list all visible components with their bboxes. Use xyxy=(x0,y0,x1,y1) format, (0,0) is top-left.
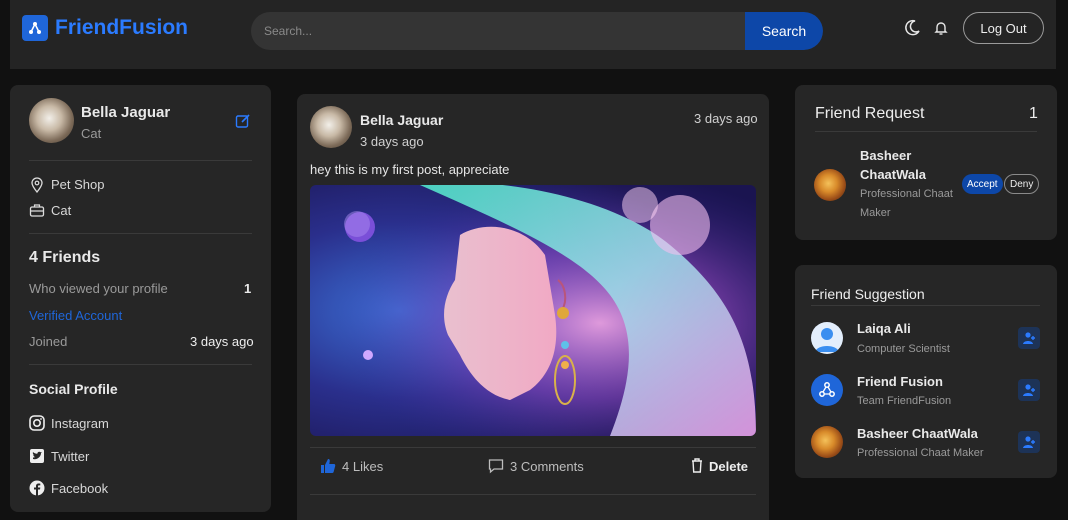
post-timestamp: 3 days ago xyxy=(694,111,758,126)
friend-suggestion-title: Friend Suggestion xyxy=(811,286,925,302)
suggestion-role: Computer Scientist xyxy=(857,343,950,355)
divider xyxy=(29,233,252,234)
profile-avatar[interactable] xyxy=(29,98,74,143)
twitter-link[interactable]: Twitter xyxy=(51,449,89,464)
joined-label: Joined xyxy=(29,334,68,349)
search-bar: Search xyxy=(251,12,823,50)
divider xyxy=(29,160,252,161)
profile-card: Bella Jaguar Cat Pet Shop Cat 4 Friends … xyxy=(10,85,271,512)
logo-icon xyxy=(22,15,48,41)
friend-suggestion-card: Friend Suggestion Laiqa Ali Computer Sci… xyxy=(795,265,1057,478)
divider xyxy=(29,364,252,365)
post-author-avatar[interactable] xyxy=(310,106,352,148)
instagram-link[interactable]: Instagram xyxy=(51,416,109,431)
post-author-name[interactable]: Bella Jaguar xyxy=(360,112,443,128)
location-text: Pet Shop xyxy=(51,177,105,192)
suggestion-role: Team FriendFusion xyxy=(857,395,952,407)
search-input[interactable] xyxy=(251,12,744,50)
logout-button[interactable]: Log Out xyxy=(963,12,1044,44)
divider xyxy=(811,305,1040,306)
requester-name-line1[interactable]: Basheer xyxy=(860,148,911,163)
work-text: Cat xyxy=(51,203,72,218)
social-profile-heading: Social Profile xyxy=(29,381,118,397)
comment-icon[interactable] xyxy=(488,458,504,479)
suggestion-avatar[interactable] xyxy=(811,426,843,458)
search-button[interactable]: Search xyxy=(745,12,823,50)
friend-request-title: Friend Request xyxy=(815,105,925,122)
friendfusion-logo-icon[interactable] xyxy=(811,374,843,406)
add-friend-icon[interactable] xyxy=(1018,379,1040,401)
post-time: 3 days ago xyxy=(360,134,424,149)
notification-bell-icon[interactable] xyxy=(932,19,950,37)
post-card: Bella Jaguar 3 days ago 3 days ago hey t… xyxy=(297,94,769,520)
suggestion-avatar[interactable] xyxy=(811,322,843,354)
dark-mode-icon[interactable] xyxy=(903,19,921,37)
profile-subtitle: Cat xyxy=(81,126,102,141)
delete-post-button[interactable]: Delete xyxy=(709,459,748,474)
post-text: hey this is my first post, appreciate xyxy=(310,162,510,177)
twitter-icon[interactable] xyxy=(29,448,45,464)
friend-request-count: 1 xyxy=(1029,105,1038,122)
requester-name-line2[interactable]: ChaatWala xyxy=(860,167,926,182)
viewed-profile-label: Who viewed your profile xyxy=(29,281,168,296)
verified-account-link[interactable]: Verified Account xyxy=(29,308,122,323)
top-navbar: FriendFusion Search Log Out xyxy=(10,0,1056,69)
divider xyxy=(310,447,756,448)
divider xyxy=(310,494,756,495)
suggestion-name[interactable]: Friend Fusion xyxy=(857,374,943,389)
requester-avatar[interactable] xyxy=(814,169,846,201)
facebook-icon[interactable] xyxy=(29,480,45,496)
requester-role-line2: Maker xyxy=(860,207,891,219)
suggestion-name[interactable]: Basheer ChaatWala xyxy=(857,426,978,441)
app-logo[interactable]: FriendFusion xyxy=(22,15,188,41)
location-icon xyxy=(29,177,45,194)
instagram-icon[interactable] xyxy=(29,415,45,431)
requester-role-line1: Professional Chaat xyxy=(860,188,953,200)
facebook-link[interactable]: Facebook xyxy=(51,481,108,496)
add-friend-icon[interactable] xyxy=(1018,327,1040,349)
suggestion-name[interactable]: Laiqa Ali xyxy=(857,321,911,336)
accept-button[interactable]: Accept xyxy=(962,174,1003,194)
viewed-profile-count: 1 xyxy=(244,281,252,296)
comments-count[interactable]: 3 Comments xyxy=(510,459,584,474)
deny-button[interactable]: Deny xyxy=(1004,174,1040,194)
suggestion-role: Professional Chaat Maker xyxy=(857,447,984,459)
joined-value: 3 days ago xyxy=(190,334,254,349)
app-name: FriendFusion xyxy=(55,16,188,39)
divider xyxy=(815,131,1037,132)
edit-profile-icon[interactable] xyxy=(235,113,251,134)
friends-count[interactable]: 4 Friends xyxy=(29,249,100,267)
post-image[interactable] xyxy=(310,185,756,436)
trash-icon[interactable] xyxy=(691,458,703,478)
likes-count[interactable]: 4 Likes xyxy=(342,459,383,474)
add-friend-icon[interactable] xyxy=(1018,431,1040,453)
profile-name[interactable]: Bella Jaguar xyxy=(81,104,170,121)
friend-request-card: Friend Request 1 Basheer ChaatWala Profe… xyxy=(795,85,1057,240)
briefcase-icon xyxy=(29,202,45,218)
like-icon[interactable] xyxy=(320,458,336,479)
